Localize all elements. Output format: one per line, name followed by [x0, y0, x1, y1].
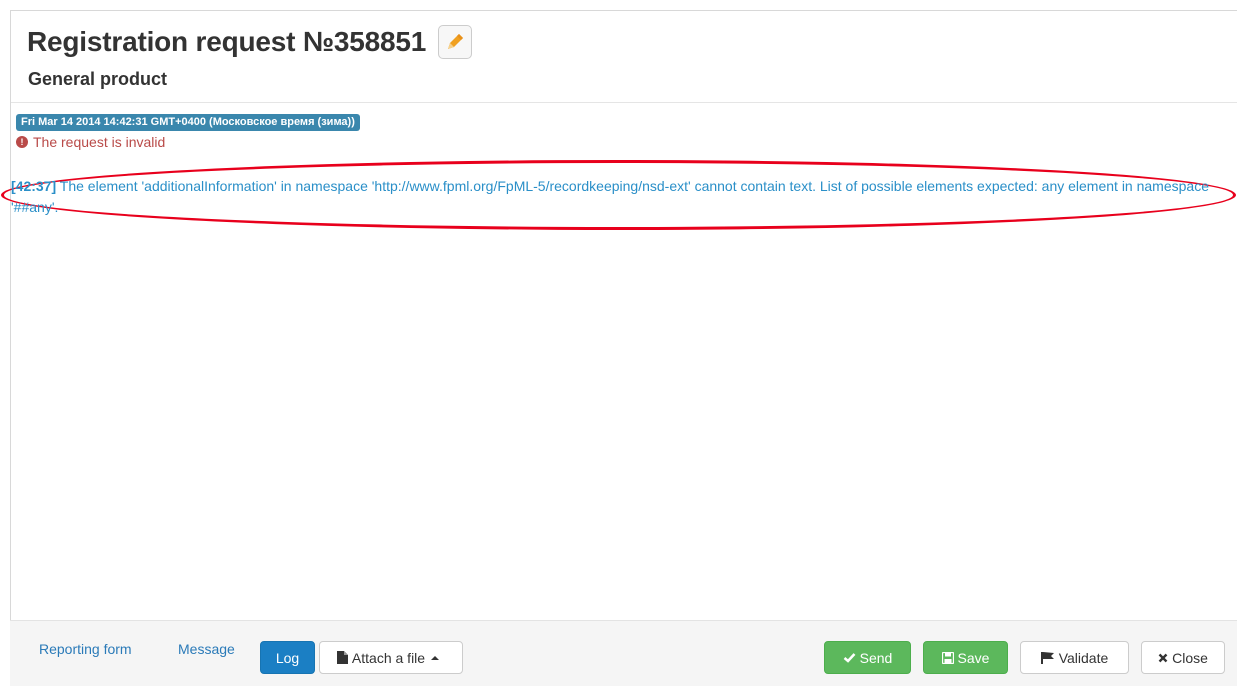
tab-log-label: Log — [275, 649, 300, 666]
close-button[interactable]: Close — [1141, 641, 1225, 674]
error-message: The element 'additionalInformation' in n… — [11, 178, 1209, 215]
attach-file-label: Attach a file — [351, 649, 426, 666]
tab-message[interactable]: Message — [178, 641, 235, 657]
save-button[interactable]: Save — [923, 641, 1008, 674]
attach-file-button[interactable]: Attach a file — [319, 641, 463, 674]
exclamation-circle-icon: ! — [16, 136, 28, 148]
edit-button[interactable] — [438, 25, 473, 59]
footer-toolbar: Reporting form Message Log Attach a file… — [10, 620, 1237, 686]
floppy-icon — [941, 651, 954, 664]
check-icon — [843, 653, 856, 663]
tab-log[interactable]: Log — [260, 641, 315, 674]
status-message: ! The request is invalid — [16, 134, 1237, 150]
page-title: Registration request №358851 — [27, 26, 427, 57]
request-header: Registration request №358851 General pro… — [11, 11, 1237, 103]
error-text: [42:37] The element 'additionalInformati… — [11, 176, 1233, 218]
log-section: Fri Mar 14 2014 14:42:31 GMT+0400 (Моско… — [16, 112, 1237, 150]
flag-icon — [1040, 651, 1054, 664]
title-row: Registration request №358851 — [27, 25, 473, 59]
close-icon — [1158, 653, 1168, 662]
send-label: Send — [859, 649, 893, 666]
error-entry: [42:37] The element 'additionalInformati… — [0, 160, 1237, 232]
error-position: [42:37] — [11, 178, 57, 194]
page-subtitle: General product — [28, 69, 168, 89]
caret-up-icon — [431, 655, 440, 660]
close-label: Close — [1172, 649, 1208, 666]
save-label: Save — [957, 649, 990, 666]
validate-label: Validate — [1058, 649, 1109, 666]
date-badge: Fri Mar 14 2014 14:42:31 GMT+0400 (Моско… — [16, 114, 360, 131]
status-text: The request is invalid — [33, 134, 166, 150]
tab-reporting-form[interactable]: Reporting form — [39, 641, 132, 657]
validate-button[interactable]: Validate — [1020, 641, 1129, 674]
send-button[interactable]: Send — [824, 641, 911, 674]
pencil-icon — [448, 34, 464, 49]
file-icon — [336, 651, 348, 664]
